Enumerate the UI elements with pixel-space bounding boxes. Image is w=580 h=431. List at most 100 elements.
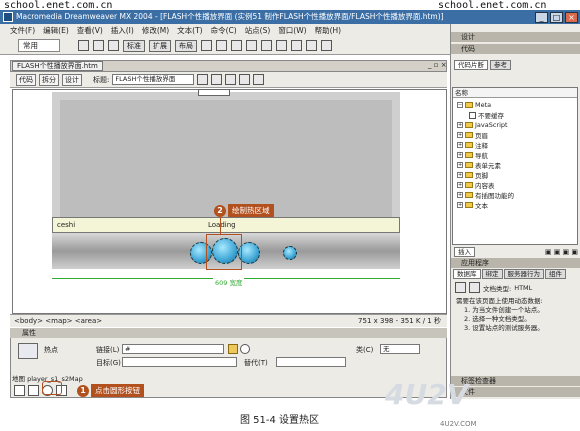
table-icon[interactable] xyxy=(108,40,119,51)
tree-item-header[interactable]: + 页眉 xyxy=(457,130,573,140)
tab-databases[interactable]: 数据库 xyxy=(453,269,481,279)
layout-table-icon[interactable] xyxy=(216,40,227,51)
hotspot-icon xyxy=(18,343,38,359)
menu-help[interactable]: 帮助(H) xyxy=(315,25,342,36)
menu-commands[interactable]: 命令(C) xyxy=(211,25,237,36)
insert-tab-expanded[interactable]: 扩展 xyxy=(149,39,171,52)
preview-browser-icon[interactable] xyxy=(211,74,223,85)
files-panel-header[interactable]: 文件 xyxy=(451,387,580,397)
window-controls: _ □ × xyxy=(535,11,578,23)
tree-item-form-elements[interactable]: + 表单元素 xyxy=(457,160,573,170)
frame-icon[interactable] xyxy=(231,40,242,51)
tree-item-no-cache[interactable]: 不要缓存 xyxy=(457,110,573,120)
email-link-icon[interactable] xyxy=(93,40,104,51)
doc-type-label: 文档类型: xyxy=(483,284,512,293)
tree-item-javascript[interactable]: + JavaScript xyxy=(457,120,573,130)
insert-snippet-button[interactable]: 插入 xyxy=(454,247,475,257)
remove-icon[interactable] xyxy=(469,282,480,293)
menu-site[interactable]: 站点(S) xyxy=(245,25,271,36)
callout-2-number: 2 xyxy=(214,204,226,217)
instruction-3[interactable]: 3. 设置站点的测试服务器。 xyxy=(456,324,576,333)
doc-type-value: HTML xyxy=(514,283,533,292)
instruction-1[interactable]: 1. 为当文件创建一个站点。 xyxy=(456,306,576,315)
tree-item-text[interactable]: + 文本 xyxy=(457,200,573,210)
code-panel-header[interactable]: 代码 xyxy=(451,44,580,54)
menu-window[interactable]: 窗口(W) xyxy=(278,25,306,36)
document-tab[interactable]: FLASH个性播放界面.htm xyxy=(12,61,103,71)
tree-item-comments[interactable]: + 注释 xyxy=(457,140,573,150)
tab-bindings[interactable]: 绑定 xyxy=(481,269,503,279)
folder-icon xyxy=(465,202,473,208)
design-panel-header[interactable]: 设计 xyxy=(451,32,580,42)
expand-icon[interactable]: + xyxy=(457,132,463,138)
expand-icon[interactable]: + xyxy=(457,192,463,198)
tag-selector[interactable]: <body> <map> <area> xyxy=(14,317,102,325)
menu-edit[interactable]: 编辑(E) xyxy=(43,25,69,36)
tag-inspector-header[interactable]: 标签检查器 xyxy=(451,376,580,386)
menu-insert[interactable]: 插入(I) xyxy=(111,25,134,36)
pointer-hotspot-tool-icon[interactable] xyxy=(14,385,25,396)
link-input[interactable]: # xyxy=(122,344,224,354)
tab-reference[interactable]: 参考 xyxy=(490,60,511,70)
comment-icon[interactable] xyxy=(291,40,302,51)
browse-folder-icon[interactable] xyxy=(228,344,238,354)
menu-view[interactable]: 查看(V) xyxy=(77,25,103,36)
snippet-actions-icons[interactable]: ▣ ▣ ▣ ▣ xyxy=(545,248,578,256)
tree-item-content-tables[interactable]: + 内容表 xyxy=(457,180,573,190)
instruction-2[interactable]: 2. 选择一种文档类型。 xyxy=(456,315,576,324)
title-input[interactable]: FLASH个性播放界面 xyxy=(112,74,195,85)
tree-item-meta[interactable]: − Meta xyxy=(457,100,573,110)
visual-aids-icon[interactable] xyxy=(253,74,265,85)
point-to-file-icon[interactable] xyxy=(240,344,250,354)
document-toolbar: 代码 拆分 设计 标题: FLASH个性播放界面 xyxy=(10,72,447,88)
template-icon[interactable] xyxy=(306,40,317,51)
refresh-icon[interactable] xyxy=(225,74,237,85)
insert-category-select[interactable]: 常用 xyxy=(18,39,60,52)
layer-icon[interactable] xyxy=(201,40,212,51)
split-view-button[interactable]: 拆分 xyxy=(39,73,59,86)
tab-components[interactable]: 组件 xyxy=(545,269,566,279)
minimize-button[interactable]: _ xyxy=(535,11,548,23)
callout-1-text: 点击圆形按钮 xyxy=(91,384,144,397)
menu-file[interactable]: 文件(F) xyxy=(10,25,35,36)
target-select[interactable] xyxy=(122,357,237,367)
view-options-icon[interactable] xyxy=(239,74,251,85)
maximize-button[interactable]: □ xyxy=(550,11,563,23)
hotspot-circle-4[interactable] xyxy=(283,246,297,260)
insert-tab-standard[interactable]: 标准 xyxy=(123,39,145,52)
alt-label: 替代(T) xyxy=(244,359,268,367)
file-management-icon[interactable] xyxy=(197,74,209,85)
expand-icon[interactable]: + xyxy=(457,142,463,148)
date-icon[interactable] xyxy=(276,40,287,51)
collapse-icon[interactable]: − xyxy=(457,102,463,108)
tree-item-navigation[interactable]: + 导航 xyxy=(457,150,573,160)
tab-server-behaviors[interactable]: 服务器行为 xyxy=(503,269,544,279)
expand-icon[interactable]: + xyxy=(457,182,463,188)
add-icon[interactable] xyxy=(455,282,466,293)
expand-icon[interactable]: + xyxy=(457,122,463,128)
media-icon[interactable] xyxy=(261,40,272,51)
close-button[interactable]: × xyxy=(565,11,578,23)
expand-icon[interactable]: + xyxy=(457,172,463,178)
tree-item-accessible[interactable]: + 有插图功能的 xyxy=(457,190,573,200)
insert-tab-layout[interactable]: 布局 xyxy=(175,39,197,52)
tab-snippets[interactable]: 代码片断 xyxy=(454,60,488,70)
alt-select[interactable] xyxy=(276,357,346,367)
application-panel-header[interactable]: 应用程序 xyxy=(451,258,580,268)
tag-chooser-icon[interactable] xyxy=(321,40,332,51)
class-select[interactable]: 无 xyxy=(380,344,420,354)
expand-icon[interactable]: + xyxy=(457,152,463,158)
code-view-button[interactable]: 代码 xyxy=(16,73,36,86)
rect-hotspot-tool-icon[interactable] xyxy=(28,385,39,396)
image-icon[interactable] xyxy=(246,40,257,51)
status-size: 751 x 398 - 351 K / 1 秒 xyxy=(358,317,441,325)
design-view-button[interactable]: 设计 xyxy=(62,73,82,86)
document-close-icon[interactable]: _ ▫ × xyxy=(428,61,447,69)
menu-modify[interactable]: 修改(M) xyxy=(142,25,169,36)
hyperlink-icon[interactable] xyxy=(78,40,89,51)
tree-item-footer[interactable]: + 页脚 xyxy=(457,170,573,180)
expand-icon[interactable]: + xyxy=(457,162,463,168)
stage-top-marker xyxy=(198,89,230,96)
menu-text[interactable]: 文本(T) xyxy=(177,25,202,36)
expand-icon[interactable]: + xyxy=(457,202,463,208)
